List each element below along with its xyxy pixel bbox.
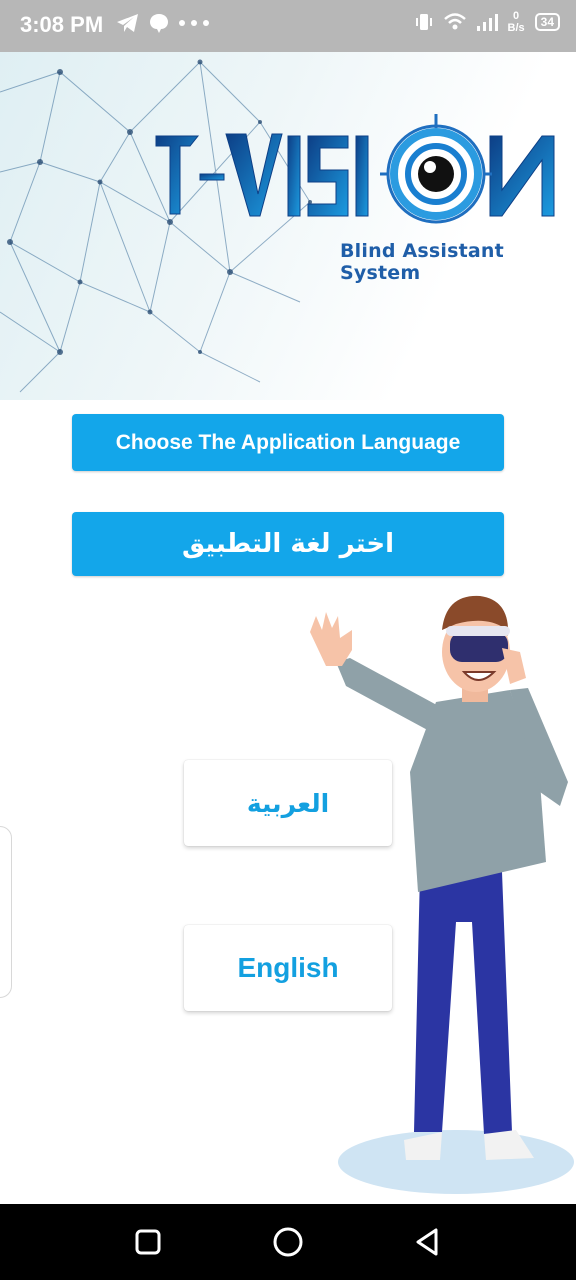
more-dots-icon xyxy=(179,20,209,26)
net-speed-value: 0 xyxy=(513,10,520,22)
side-edge-handle[interactable] xyxy=(0,826,12,998)
signal-icon xyxy=(476,14,498,31)
wifi-icon xyxy=(443,13,466,30)
choose-language-title-en: Choose The Application Language xyxy=(72,414,504,471)
english-language-button[interactable]: English xyxy=(184,925,392,1011)
system-nav-bar xyxy=(0,1204,576,1280)
net-speed-unit: B/s xyxy=(507,22,525,34)
status-time: 3:08 PM xyxy=(20,12,104,37)
app-tagline: Blind Assistant System xyxy=(340,240,504,284)
back-triangle-icon[interactable] xyxy=(410,1224,446,1260)
status-bar: 3:08 PM 0 B/s 34 xyxy=(0,0,576,52)
arabic-language-button[interactable]: العربية xyxy=(184,760,392,846)
net-speed: 0 B/s xyxy=(508,10,525,34)
vr-person-illustration xyxy=(310,595,574,1194)
header-banner: Blind Assistant System xyxy=(0,52,576,400)
battery-icon: 34 xyxy=(534,13,560,31)
eye-icon xyxy=(380,114,492,224)
vibrate-icon xyxy=(415,14,432,30)
choose-language-title-ar: اختر لغة التطبيق xyxy=(72,512,504,576)
ivision-logo xyxy=(155,114,555,224)
recents-square-icon[interactable] xyxy=(130,1224,166,1260)
home-circle-icon[interactable] xyxy=(270,1224,306,1260)
chat-bubble-icon xyxy=(150,14,168,33)
telegram-icon xyxy=(117,14,138,32)
